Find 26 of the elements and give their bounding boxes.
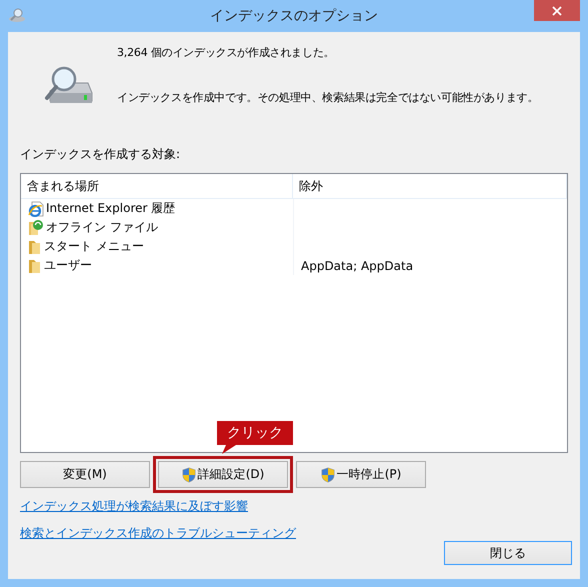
app-icon bbox=[8, 7, 26, 23]
help-link[interactable]: インデックス処理が検索結果に及ぼす影響 bbox=[20, 498, 248, 515]
folder-icon bbox=[28, 258, 42, 274]
window-title: インデックスのオプション bbox=[210, 7, 378, 25]
sync-folder-icon bbox=[28, 219, 44, 236]
status-message: インデックスを作成中です。その処理中、検索結果は完全ではない可能性があります。 bbox=[117, 90, 538, 105]
location-name[interactable]: オフライン ファイル bbox=[46, 219, 158, 236]
column-header[interactable]: 除外 bbox=[293, 174, 567, 198]
location-name[interactable]: Internet Explorer 履歴 bbox=[46, 200, 176, 217]
location-name[interactable]: スタート メニュー bbox=[44, 238, 144, 255]
action-button[interactable]: 詳細設定(D) bbox=[158, 461, 288, 488]
action-button[interactable]: 一時停止(P) bbox=[296, 461, 426, 488]
action-button[interactable]: 変更(M) bbox=[20, 461, 150, 488]
section-label: インデックスを作成する対象: bbox=[20, 146, 182, 163]
browser-icon bbox=[28, 200, 44, 216]
status-message: 3,264 個のインデックスが作成されました。 bbox=[117, 45, 336, 60]
column-header[interactable]: 含まれる場所 bbox=[21, 174, 293, 198]
close-button[interactable]: 閉じる bbox=[444, 541, 572, 565]
shield-icon bbox=[182, 466, 196, 482]
location-name[interactable]: ユーザー bbox=[44, 257, 92, 274]
folder-icon bbox=[28, 238, 42, 254]
shield-icon bbox=[320, 466, 335, 482]
close-icon[interactable] bbox=[534, 0, 580, 21]
callout-pointer-icon bbox=[222, 445, 236, 454]
excluded-folders: AppData; AppData bbox=[301, 258, 414, 272]
help-link[interactable]: 検索とインデックス作成のトラブルシューティング bbox=[20, 525, 296, 542]
